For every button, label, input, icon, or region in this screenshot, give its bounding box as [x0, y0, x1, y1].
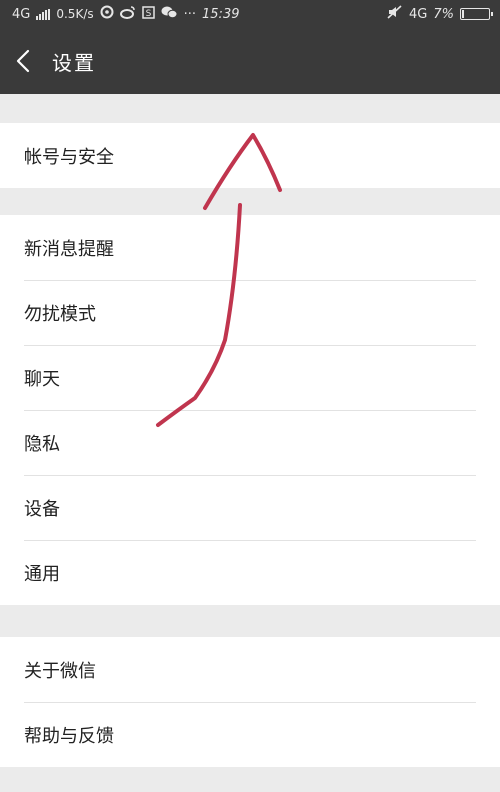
settings-item-label: 勿扰模式	[24, 303, 96, 325]
settings-item-label: 设备	[24, 498, 60, 520]
settings-item-label: 新消息提醒	[24, 238, 114, 260]
weibo-icon	[119, 5, 136, 23]
clock: 15:39	[202, 6, 240, 22]
settings-item-help-feedback[interactable]: 帮助与反馈	[0, 702, 500, 767]
s-app-icon: S	[141, 5, 155, 23]
settings-item-about-wechat[interactable]: 关于微信	[0, 637, 500, 702]
mute-icon	[387, 5, 403, 23]
settings-item-label: 隐私	[24, 433, 60, 455]
network-speed: 0.5K/s	[56, 7, 94, 21]
battery-icon	[460, 8, 493, 20]
settings-item-account-security[interactable]: 帐号与安全	[0, 123, 500, 188]
more-notifications: ···	[183, 6, 197, 22]
weibo-app-icon	[100, 5, 114, 23]
page-title: 设置	[52, 50, 96, 75]
network-type: 4G	[12, 6, 31, 22]
signal-icon	[36, 8, 51, 20]
settings-item-notifications[interactable]: 新消息提醒	[0, 215, 500, 280]
settings-item-label: 关于微信	[24, 660, 96, 682]
back-button[interactable]	[0, 28, 46, 94]
title-bar: 设置	[0, 28, 500, 94]
battery-percent: 7%	[433, 6, 454, 22]
settings-group-account: 帐号与安全	[0, 123, 500, 188]
settings-item-do-not-disturb[interactable]: 勿扰模式	[0, 280, 500, 345]
settings-item-label: 聊天	[24, 368, 60, 390]
network-type-right: 4G	[409, 6, 428, 22]
settings-group-about: 关于微信 帮助与反馈	[0, 637, 500, 767]
settings-item-label: 帐号与安全	[24, 146, 114, 168]
settings-item-chat[interactable]: 聊天	[0, 345, 500, 410]
settings-item-privacy[interactable]: 隐私	[0, 410, 500, 475]
settings-item-devices[interactable]: 设备	[0, 475, 500, 540]
wechat-icon	[161, 5, 178, 23]
status-bar: 4G 0.5K/s S ··· 15:39 4G 7%	[0, 0, 500, 28]
chevron-left-icon	[16, 49, 30, 73]
settings-item-label: 通用	[24, 563, 60, 585]
settings-group-main: 新消息提醒 勿扰模式 聊天 隐私 设备 通用	[0, 215, 500, 605]
settings-item-general[interactable]: 通用	[0, 540, 500, 605]
settings-item-label: 帮助与反馈	[24, 725, 114, 747]
svg-text:S: S	[145, 9, 151, 19]
